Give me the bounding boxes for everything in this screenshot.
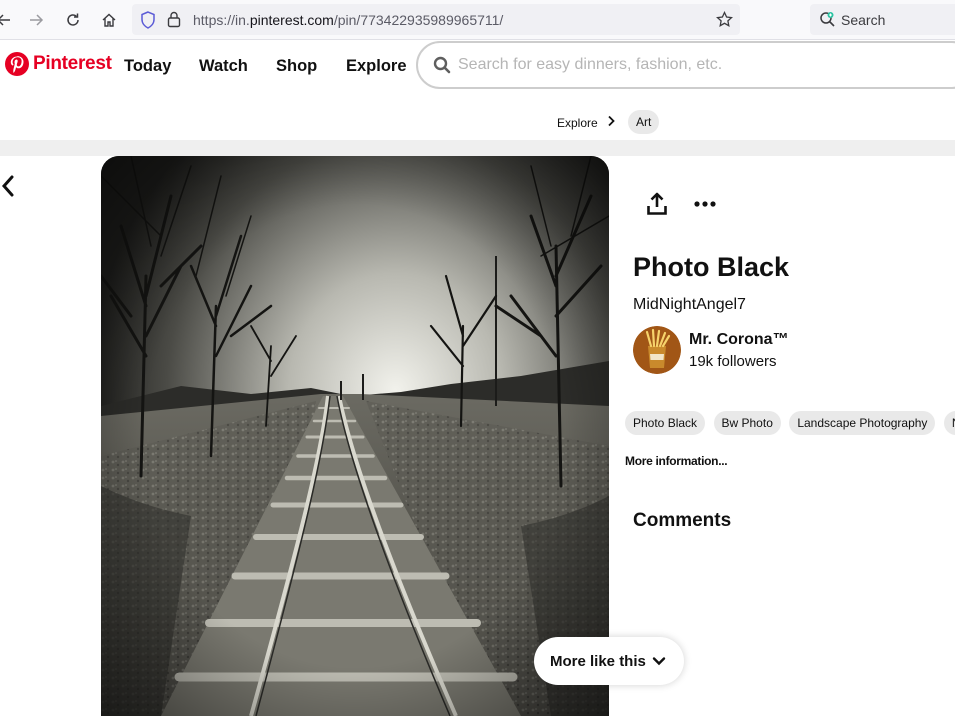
- more-like-this-button[interactable]: More like this: [534, 637, 684, 685]
- pin-image[interactable]: [101, 156, 609, 716]
- pinterest-logo-icon: [5, 52, 29, 76]
- pin-source-link[interactable]: MidNightAngel7: [633, 296, 746, 314]
- tag-bw-photo[interactable]: Bw Photo: [713, 411, 781, 435]
- tag-landscape-photography[interactable]: Landscape Photography: [789, 411, 936, 435]
- creator-followers: 19k followers: [689, 353, 777, 370]
- more-like-this-label: More like this: [550, 652, 646, 670]
- back-arrow-icon[interactable]: [0, 8, 16, 32]
- breadcrumb: Explore Art: [0, 92, 955, 140]
- chevron-right-icon: [605, 114, 617, 133]
- tag-nature[interactable]: Nature: [943, 411, 955, 435]
- search-engine-icon: [819, 11, 836, 33]
- tracking-shield-icon[interactable]: [140, 11, 156, 34]
- chevron-down-icon: [652, 657, 666, 666]
- search-icon: [433, 56, 451, 79]
- pinterest-logo[interactable]: Pinterest: [5, 52, 112, 76]
- railway-photo: [101, 156, 609, 716]
- home-icon[interactable]: [97, 8, 121, 32]
- comments-heading: Comments: [633, 510, 732, 531]
- chevron-left-icon[interactable]: [0, 172, 20, 200]
- share-icon[interactable]: [641, 188, 673, 220]
- browser-toolbar: https://in.pinterest.com/pin/77342293598…: [0, 0, 955, 40]
- content-divider: [0, 140, 955, 156]
- lock-icon[interactable]: [167, 11, 181, 33]
- reload-icon[interactable]: [61, 8, 85, 32]
- url-domain: pinterest.com: [249, 12, 334, 28]
- nav-watch[interactable]: Watch: [199, 57, 248, 76]
- breadcrumb-explore[interactable]: Explore: [557, 116, 598, 130]
- url-path: /pin/773422935989965711/: [333, 12, 504, 28]
- tag-photo-black[interactable]: Photo Black: [625, 411, 706, 435]
- url-bar[interactable]: https://in.pinterest.com/pin/77342293598…: [132, 4, 740, 35]
- forward-arrow-icon[interactable]: [24, 8, 48, 32]
- creator-avatar-image: [633, 326, 681, 374]
- more-information-link[interactable]: More information...: [625, 454, 728, 468]
- nav-shop[interactable]: Shop: [276, 57, 317, 76]
- url-text[interactable]: https://in.pinterest.com/pin/77342293598…: [193, 12, 503, 28]
- browser-search-box[interactable]: Search: [810, 4, 955, 35]
- url-prefix: https://in.: [193, 12, 250, 28]
- ellipsis-icon[interactable]: [689, 188, 721, 220]
- pinterest-search[interactable]: [416, 41, 955, 89]
- search-input[interactable]: [458, 56, 938, 74]
- browser-search-label: Search: [841, 12, 886, 28]
- tag-list: Photo Black Bw Photo Landscape Photograp…: [625, 411, 955, 435]
- pin-title: Photo Black: [633, 252, 790, 282]
- creator-name[interactable]: Mr. Corona™: [689, 331, 789, 349]
- nav-today[interactable]: Today: [124, 57, 171, 76]
- avatar[interactable]: [633, 326, 681, 374]
- site-header: Pinterest Today Watch Shop Explore: [0, 40, 955, 92]
- logo-text: Pinterest: [33, 53, 112, 74]
- breadcrumb-art[interactable]: Art: [628, 110, 660, 134]
- nav-explore[interactable]: Explore: [346, 57, 407, 76]
- bookmark-star-icon[interactable]: [716, 10, 733, 33]
